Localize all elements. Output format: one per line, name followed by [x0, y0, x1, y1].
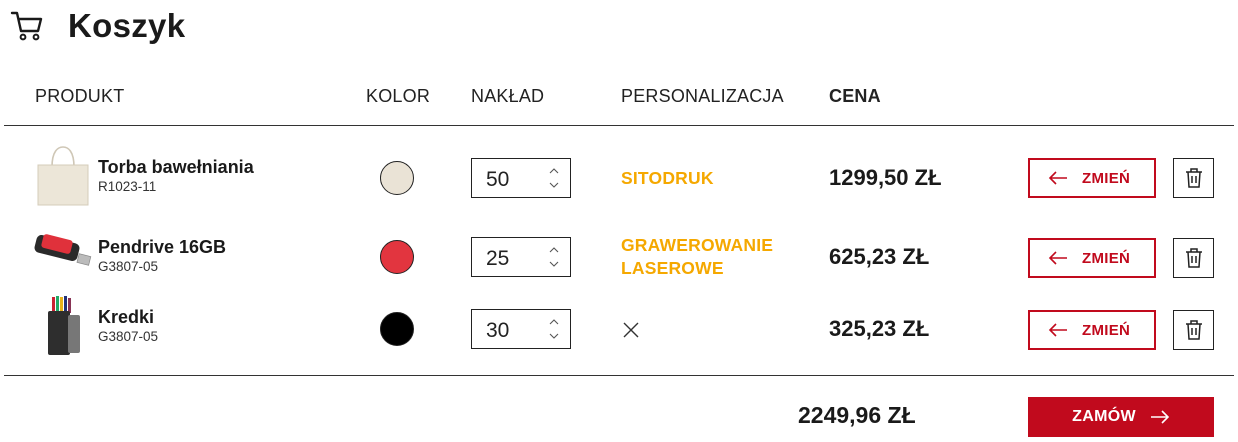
arrow-left-icon [1048, 171, 1067, 185]
quantity-value: 25 [486, 247, 510, 270]
change-button-label: ZMIEŃ [1082, 249, 1131, 267]
trash-icon [1185, 168, 1202, 188]
increment-icon[interactable] [548, 245, 560, 255]
column-header-color: KOLOR [366, 86, 431, 106]
personalization-line: GRAWEROWANIE [621, 235, 774, 255]
column-header-personalization: PERSONALIZACJA [621, 86, 784, 106]
delete-button[interactable] [1173, 238, 1214, 278]
color-swatch [380, 240, 414, 274]
change-button-label: ZMIEŃ [1082, 321, 1131, 339]
product-code: G3807-05 [98, 329, 159, 344]
delete-button[interactable] [1173, 310, 1214, 350]
change-button[interactable]: ZMIEŃ [1028, 158, 1156, 198]
cart-total: 2249,96 ZŁ [798, 402, 916, 428]
trash-icon [1185, 320, 1202, 340]
tote-bag-image [37, 146, 89, 206]
quantity-stepper[interactable]: 25 [471, 237, 571, 277]
product-code: G3807-05 [98, 259, 159, 274]
change-button-label: ZMIEŃ [1082, 169, 1131, 187]
cart-icon [10, 11, 43, 41]
increment-icon[interactable] [548, 317, 560, 327]
change-button[interactable]: ZMIEŃ [1028, 238, 1156, 278]
product-code: R1023-11 [98, 179, 157, 194]
header-divider [4, 125, 1234, 126]
page-title: Koszyk [68, 7, 186, 44]
item-price: 1299,50 ZŁ [829, 165, 942, 190]
crayons-tube-image [48, 296, 80, 355]
close-icon [623, 322, 639, 338]
personalization-line: LASEROWE [621, 258, 724, 278]
product-name: Torba bawełniania [98, 157, 254, 177]
decrement-icon[interactable] [548, 331, 560, 341]
quantity-stepper[interactable]: 50 [471, 158, 571, 198]
personalization-label: SITODRUK [621, 168, 714, 188]
product-name: Pendrive 16GB [98, 237, 227, 257]
summary-divider [4, 375, 1234, 376]
decrement-icon[interactable] [548, 259, 560, 269]
column-header-quantity: NAKŁAD [471, 86, 545, 106]
item-price: 625,23 ZŁ [829, 244, 930, 269]
color-swatch [380, 161, 414, 195]
item-price: 325,23 ZŁ [829, 316, 930, 341]
order-button-label: ZAMÓW [1072, 408, 1136, 425]
page-header: Koszyk [10, 4, 185, 48]
column-header-product: PRODUKT [35, 86, 125, 106]
quantity-value: 50 [486, 168, 510, 191]
product-name: Kredki [98, 307, 155, 327]
increment-icon[interactable] [548, 166, 560, 176]
column-header-price: CENA [829, 86, 881, 106]
usb-drive-image [34, 234, 92, 266]
arrow-right-icon [1150, 410, 1169, 424]
arrow-left-icon [1048, 251, 1067, 265]
change-button[interactable]: ZMIEŃ [1028, 310, 1156, 350]
trash-icon [1185, 248, 1202, 268]
arrow-left-icon [1048, 323, 1067, 337]
delete-button[interactable] [1173, 158, 1214, 198]
color-swatch [380, 312, 414, 346]
quantity-stepper[interactable]: 30 [471, 309, 571, 349]
decrement-icon[interactable] [548, 180, 560, 190]
personalization-label: GRAWEROWANIE LASEROWE [621, 234, 773, 280]
quantity-value: 30 [486, 319, 510, 342]
order-button[interactable]: ZAMÓW [1028, 397, 1214, 437]
